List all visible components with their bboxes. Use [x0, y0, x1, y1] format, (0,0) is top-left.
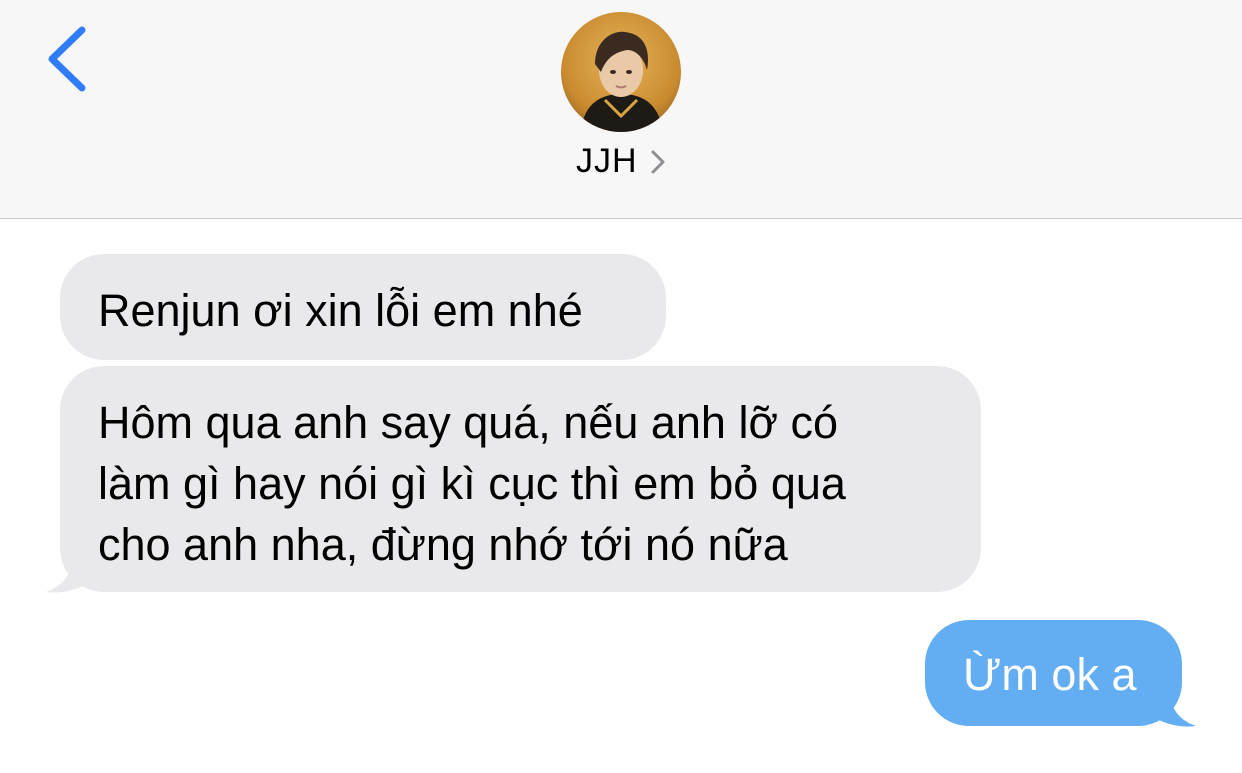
contact-name: JJH — [575, 142, 638, 180]
messages-screen: JJH Renjun ơi xin lỗi em nhé Hôm qua anh… — [0, 0, 1242, 773]
chevron-right-icon — [651, 150, 665, 173]
conversation-header: JJH — [0, 0, 1242, 219]
message-text-line: làm gì hay nói gì kì cục thì em bỏ qua — [98, 458, 846, 509]
message-text-line: cho anh nha, đừng nhớ tới nó nữa — [98, 519, 788, 570]
message-text: Ừm ok a — [963, 649, 1137, 700]
message-text-line: Hôm qua anh say quá, nếu anh lỡ có — [98, 397, 838, 448]
incoming-message-bubble[interactable]: Renjun ơi xin lỗi em nhé — [60, 254, 666, 360]
incoming-bubble-tail — [46, 548, 90, 593]
message-text: Renjun ơi xin lỗi em nhé — [98, 285, 583, 336]
contact-avatar[interactable] — [561, 12, 681, 132]
back-button[interactable] — [40, 22, 100, 102]
outgoing-message-bubble[interactable]: Ừm ok a — [925, 620, 1182, 726]
contact-name-button[interactable]: JJH — [0, 142, 1242, 181]
incoming-message-bubble[interactable]: Hôm qua anh say quá, nếu anh lỡ có làm g… — [60, 366, 981, 592]
chevron-left-icon — [48, 26, 86, 92]
outgoing-bubble-tail — [1152, 682, 1196, 727]
avatar-photo — [561, 12, 681, 132]
